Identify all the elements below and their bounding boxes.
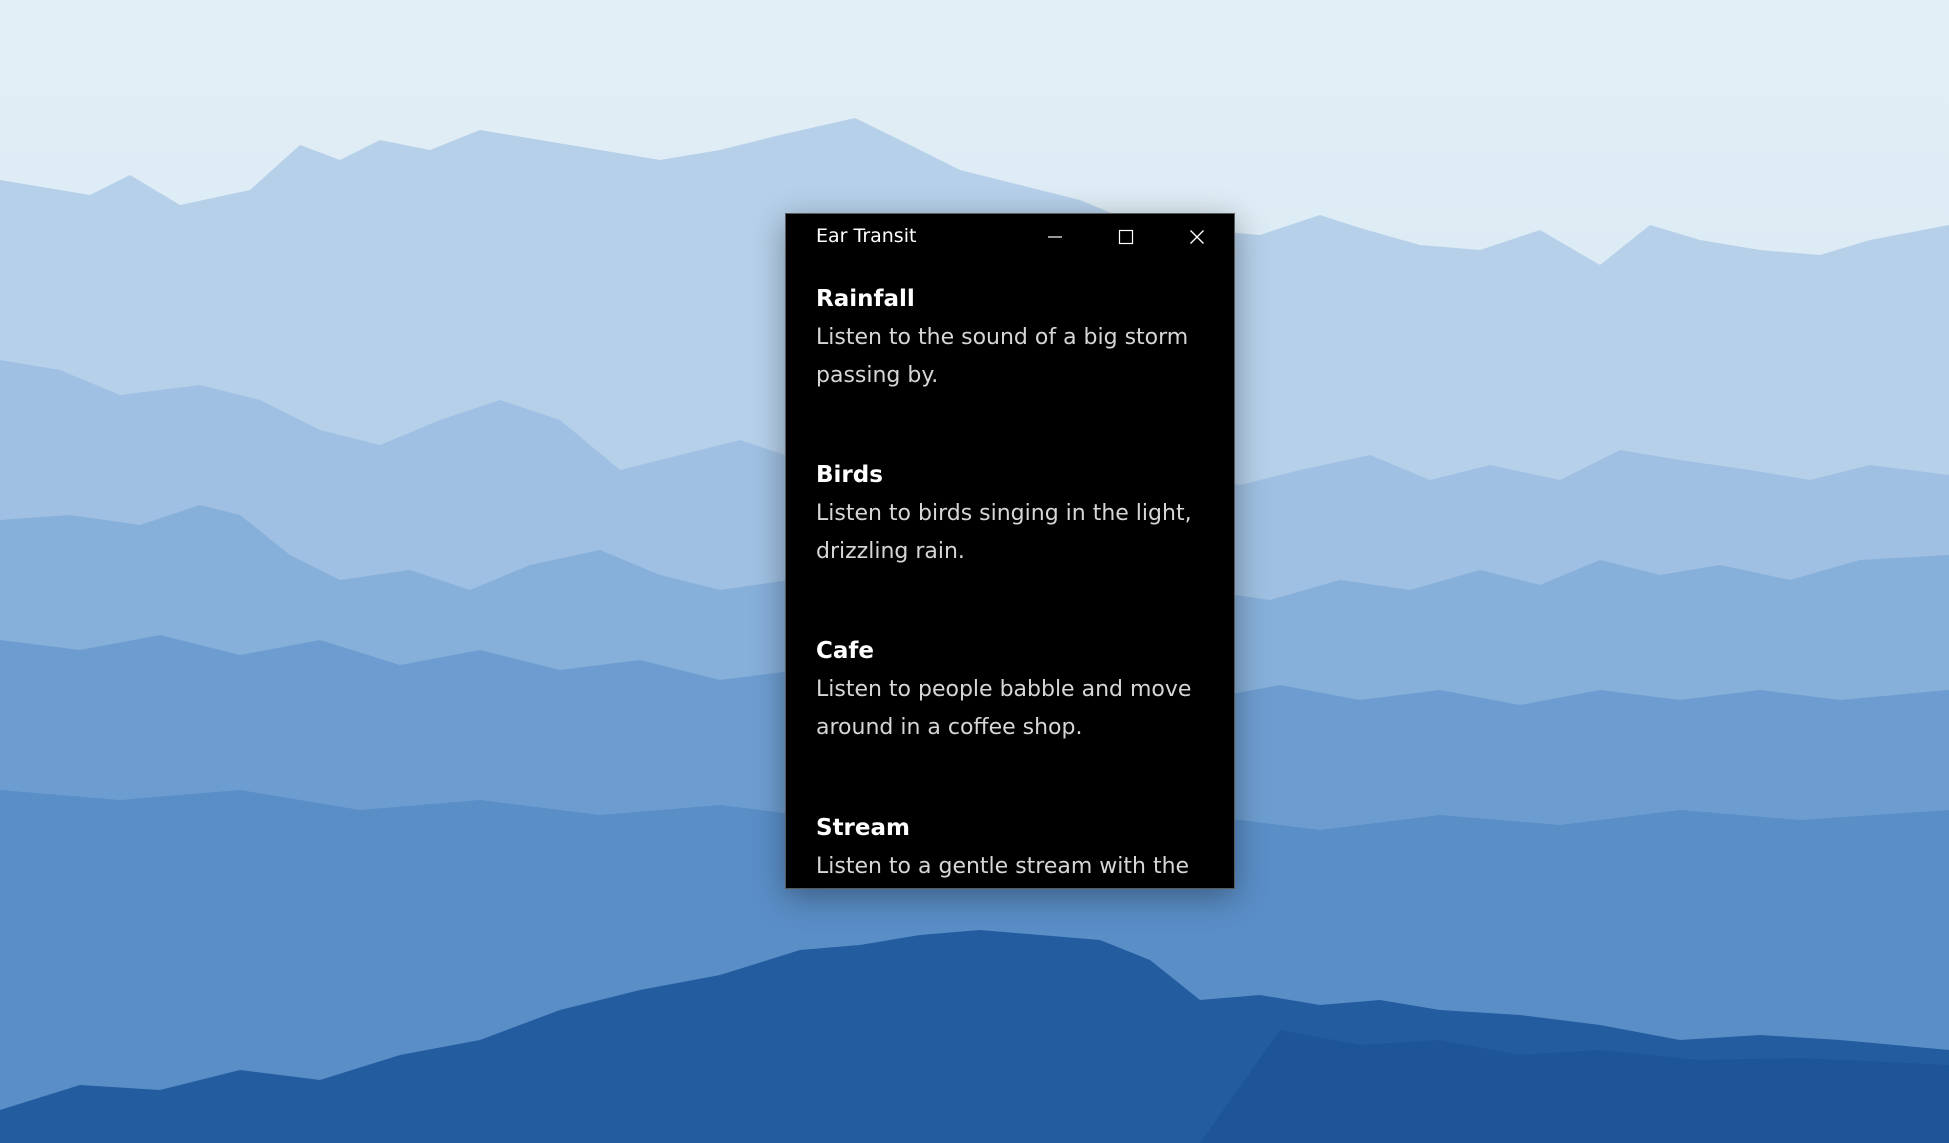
sound-item-birds[interactable]: Birds Listen to birds singing in the lig… <box>816 460 1216 571</box>
maximize-button[interactable] <box>1091 214 1161 260</box>
sound-description: Listen to a gentle stream with the <box>816 854 1190 879</box>
sound-list[interactable]: Rainfall Listen to the sound of a big st… <box>786 260 1234 888</box>
title-bar[interactable]: Ear Transit <box>786 214 1234 260</box>
sound-item-stream[interactable]: Stream Listen to a gentle stream with th… <box>816 813 1216 886</box>
sound-title: Cafe <box>816 638 875 664</box>
maximize-icon <box>1118 229 1134 245</box>
sound-title: Birds <box>816 462 883 488</box>
minimize-button[interactable] <box>1020 214 1090 260</box>
sound-title: Stream <box>816 815 910 841</box>
sound-title: Rainfall <box>816 286 915 312</box>
app-window: Ear Transit Rainfall Listen to the sound… <box>785 213 1235 889</box>
sound-item-rainfall[interactable]: Rainfall Listen to the sound of a big st… <box>816 284 1216 395</box>
close-icon <box>1190 230 1204 244</box>
sound-description: Listen to people babble and move around … <box>816 677 1192 740</box>
minimize-icon <box>1048 236 1062 238</box>
sound-description: Listen to the sound of a big storm passi… <box>816 325 1189 388</box>
sound-description: Listen to birds singing in the light, dr… <box>816 501 1192 564</box>
sound-item-cafe[interactable]: Cafe Listen to people babble and move ar… <box>816 636 1216 747</box>
close-button[interactable] <box>1162 214 1232 260</box>
window-title: Ear Transit <box>816 225 917 247</box>
